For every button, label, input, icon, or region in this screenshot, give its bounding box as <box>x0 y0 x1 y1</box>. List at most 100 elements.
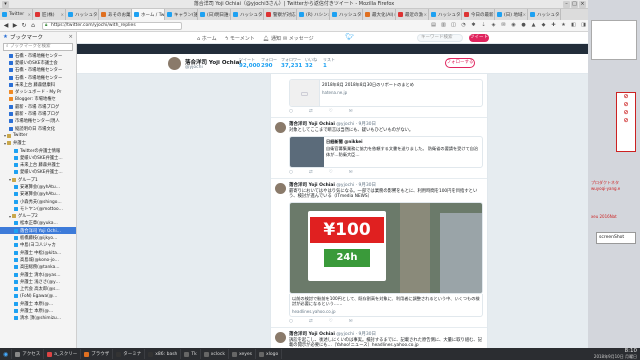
bookmark-item[interactable]: 最新・市場 市場ブログ <box>0 110 76 117</box>
tweet-author[interactable]: 落合洋司 Yoji Ochiai <box>289 332 335 337</box>
close-tab-icon[interactable]: × <box>424 12 427 17</box>
bookmark-folder[interactable]: ▾ 弁護士 <box>0 140 76 147</box>
message-icon[interactable]: ✉ <box>349 170 353 175</box>
link-card[interactable]: 以前の検討で駅前を100円として、既存割高を対象に、利用者に調整されるという中、… <box>289 293 483 317</box>
retweet-icon[interactable]: ⇄ <box>309 109 313 114</box>
twitter-search-input[interactable]: キーワード検索 <box>417 34 463 42</box>
tweet[interactable]: 落合洋司 Yoji Ochiai @yjochi · 9月30日 訴訟を起こし、後… <box>271 328 487 348</box>
bookmark-item[interactable]: 弁護士 本原(@… <box>0 307 76 314</box>
bookmark-item[interactable]: 弁護士 浅ささ(@y… <box>0 278 76 285</box>
bookmark-search-input[interactable]: ⌕ ブックマークを検索 <box>3 43 73 51</box>
bookmark-item[interactable]: 落合洋司 Yoji Ochi… <box>0 227 76 235</box>
profile-stat[interactable]: フォロー 290 <box>261 57 277 69</box>
bookmark-item[interactable]: 市場地権センター(現人 <box>0 118 76 125</box>
nav-moments[interactable]: ϟ モーメント <box>225 35 255 42</box>
clock[interactable]: 8:10 2018年9月10日 月曜日 <box>594 348 637 360</box>
bookmark-folder[interactable]: ▾ グループ2 <box>0 213 76 220</box>
bookmark-item[interactable]: 愛緩いのSKE弁護士… <box>0 154 76 161</box>
bookmark-item[interactable]: 愛緩いのSKE弁護士… <box>0 169 76 176</box>
addon4-icon[interactable]: ◆ <box>540 22 547 29</box>
bookmark-item[interactable]: 弁護士 清水(@yas… <box>0 271 76 278</box>
profile-stat[interactable]: ツイート 92,000 <box>239 57 260 69</box>
close-tab-icon[interactable]: × <box>28 12 31 17</box>
tab-0[interactable]: Twitter × <box>0 9 33 20</box>
bookmark-item[interactable]: 松本正章(@yuka… <box>0 220 76 227</box>
bookmark-item[interactable]: 弁護士 中松(@kita… <box>0 249 76 256</box>
screenshot-icon[interactable]: ◫ <box>450 22 457 29</box>
forward-arrow-icon[interactable]: ▶ <box>11 22 19 30</box>
close-window-button[interactable]: × <box>579 1 586 8</box>
retweet-icon[interactable]: ⇄ <box>309 170 313 175</box>
tab-13[interactable]: ハッシュタグ× <box>429 9 462 20</box>
bookmark-item[interactable]: 小森秀夫(@shingo… <box>0 198 76 205</box>
window-thumbnail[interactable] <box>591 20 637 60</box>
library-icon[interactable]: ▤ <box>430 22 437 29</box>
tweet-author[interactable]: 落合洋司 Yoji Ochiai <box>289 122 335 127</box>
taskbar-item[interactable]: Tk <box>181 349 201 359</box>
reply-icon[interactable]: ○ <box>289 319 293 324</box>
profile-stat[interactable]: いいね 32 <box>305 57 317 69</box>
bookmark-item[interactable]: 未来上台 藤森弁護士 <box>0 161 76 168</box>
bookmark-item[interactable]: 中島(ヨコ人ジャカ <box>0 242 76 249</box>
tab-8[interactable]: 警察が対応× <box>264 9 297 20</box>
close-sidebar-icon[interactable]: × <box>68 34 73 40</box>
taskbar-item[interactable]: xlogo <box>256 349 283 359</box>
bookmark-item[interactable]: モトヤン(@mottoo… <box>0 205 76 212</box>
reload-icon[interactable]: ↻ <box>20 22 28 30</box>
taskbar-item[interactable]: ターミナ <box>113 349 146 359</box>
tab-1[interactable]: 匠(株) × <box>33 9 66 20</box>
avatar[interactable] <box>275 331 286 343</box>
tab-16[interactable]: ハッシュタグ× <box>528 9 561 20</box>
extension-icon[interactable]: ✱ <box>470 22 477 29</box>
nav-notifications[interactable]: 🔔︎ 通知 <box>263 35 281 42</box>
addon6-icon[interactable]: ★ <box>560 22 567 29</box>
avatar[interactable] <box>167 56 182 71</box>
bookmark-item[interactable]: 安運算会(@yhAtu… <box>0 191 76 198</box>
avatar[interactable] <box>275 182 286 194</box>
bookmark-folder[interactable]: ▾ グループ1 <box>0 176 76 183</box>
bookmark-item[interactable]: ダッシュボード - My Pr <box>0 88 76 95</box>
tweet[interactable]: 落合洋司 Yoji Ochiai @yjochi · 9月30日 対象としてここま… <box>271 118 487 179</box>
folder-toggle-icon[interactable]: ▾ <box>9 214 11 219</box>
window-menu-icon[interactable]: ▾ <box>2 1 9 8</box>
twitter-bird-icon[interactable]: 🐦︎ <box>345 33 354 41</box>
message-icon[interactable]: ✉ <box>349 319 353 324</box>
bookmark-item[interactable]: 高島城(@kono-jo… <box>0 256 76 263</box>
bookmark-item[interactable]: (FoN) Egawa(@… <box>0 293 76 300</box>
close-tab-icon[interactable]: × <box>523 12 526 17</box>
maximize-button[interactable]: □ <box>571 1 578 8</box>
addon5-icon[interactable]: ✚ <box>550 22 557 29</box>
reply-icon[interactable]: ○ <box>289 109 293 114</box>
close-tab-icon[interactable]: × <box>61 12 64 17</box>
sidebar-header[interactable]: ★ ブックマーク × <box>0 32 76 42</box>
shield-icon[interactable]: ◈ <box>490 22 497 29</box>
tweet-author[interactable]: 落合洋司 Yoji Ochiai <box>289 183 335 188</box>
bookmark-folder[interactable]: ▾ Twitter <box>0 132 76 139</box>
bookmark-item[interactable]: Blogger: 市場地権セ <box>0 96 76 103</box>
tab-10[interactable]: ハッシュタグ× <box>330 9 363 20</box>
bookmark-item[interactable]: 板橋藤枝(@ijkyo… <box>0 234 76 241</box>
bookmark-item[interactable]: 清水 頂(@shimizu… <box>0 315 76 322</box>
follow-button[interactable]: フォローする <box>445 58 475 68</box>
tweet[interactable]: ▭ 2018年8月 2018年8月30日のリポートのまとめ hatena.ne.jp… <box>271 74 487 118</box>
bookmark-item[interactable]: 石橋・市場地権センター <box>0 74 76 81</box>
tweet[interactable]: 落合洋司 Yoji Ochiai @yjochi · 9月30日 最寄りにおいては… <box>271 179 487 328</box>
avatar[interactable] <box>275 122 286 133</box>
tab-15[interactable]: (日) 地域 × <box>495 9 528 20</box>
taskbar-item[interactable]: x86: bash <box>145 349 182 359</box>
reply-icon[interactable]: ○ <box>289 170 293 175</box>
tab-5[interactable]: キャラン(誰)× <box>165 9 198 20</box>
window-thumbnail-red[interactable]: ⊘ ⊘ ⊘ ⊘ <box>616 92 636 152</box>
nav-messages[interactable]: ✉ メッセージ <box>283 35 314 42</box>
tab-7[interactable]: ハッシュタグ× <box>231 9 264 20</box>
quote-tweet[interactable]: 日経新聞 @nikkei 自衛官募集業務に協力を依頼する文書を送りました。 防衛省… <box>289 135 483 168</box>
folder-toggle-icon[interactable]: ▾ <box>9 177 11 182</box>
bookmark-item[interactable]: 高田総務(@tanka… <box>0 264 76 271</box>
bookmark-item[interactable]: Twitterの弁護士情報 <box>0 147 76 154</box>
bookmark-item[interactable]: 石橋・市場地権センター <box>0 67 76 74</box>
bookmark-item[interactable]: 安運算会(@yhAtu… <box>0 183 76 190</box>
home-icon[interactable]: ⌂ <box>29 22 37 30</box>
nav-home[interactable]: ⌂ ホーム <box>197 35 217 42</box>
addon2-icon[interactable]: ● <box>520 22 527 29</box>
like-icon[interactable]: ♡ <box>329 170 333 175</box>
